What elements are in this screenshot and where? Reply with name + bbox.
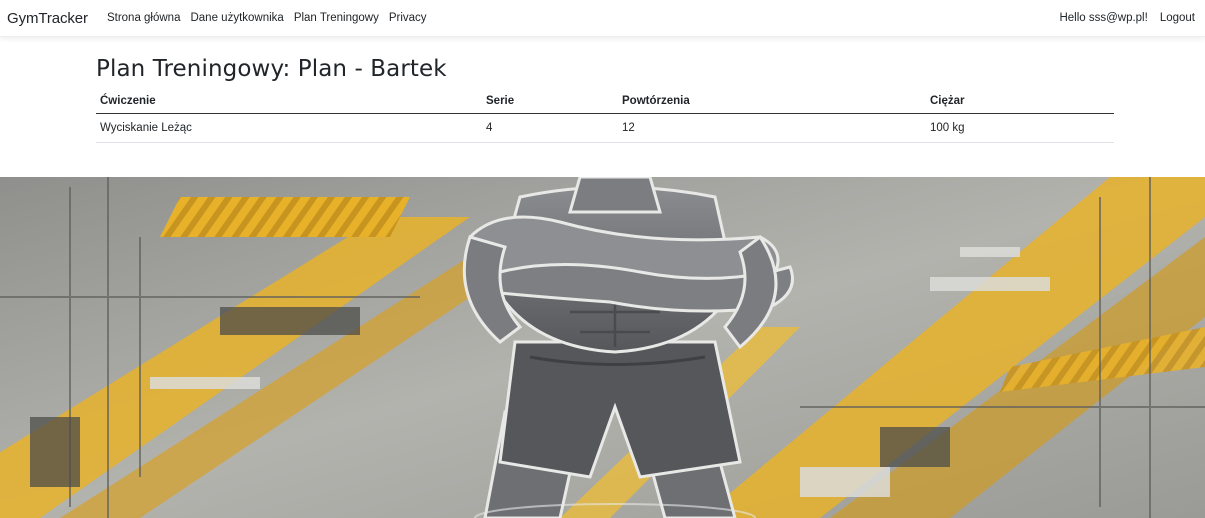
nav-link-home[interactable]: Strona główna [102,12,186,24]
column-header-exercise: Ćwiczenie [96,89,482,114]
logout-button[interactable]: Logout [1154,12,1195,24]
column-header-weight: Ciężar [926,89,1114,114]
main-content: Plan Treningowy: Plan - Bartek Ćwiczenie… [96,56,1114,143]
brand-link[interactable]: GymTracker [7,10,88,27]
nav-user-area: Hello sss@wp.pl! Logout [1053,12,1195,24]
nav-link-training-plan[interactable]: Plan Treningowy [289,12,384,24]
page-title: Plan Treningowy: Plan - Bartek [96,56,447,82]
user-greeting-link[interactable]: Hello sss@wp.pl! [1053,12,1153,24]
navbar: GymTracker Strona główna Dane użytkownik… [0,0,1205,37]
table-header-row: Ćwiczenie Serie Powtórzenia Ciężar [96,89,1114,114]
bodybuilder-illustration [0,177,1205,518]
column-header-sets: Serie [482,89,618,114]
cell-weight: 100 kg [926,113,1114,143]
nav-link-user-data[interactable]: Dane użytkownika [185,12,288,24]
cell-exercise: Wyciskanie Leżąc [96,113,482,143]
training-plan-table: Ćwiczenie Serie Powtórzenia Ciężar Wycis… [96,89,1114,143]
hero-banner-image [0,177,1205,518]
cell-reps: 12 [618,113,926,143]
nav-link-privacy[interactable]: Privacy [384,12,432,24]
table-row: Wyciskanie Leżąc 4 12 100 kg [96,113,1114,143]
column-header-reps: Powtórzenia [618,89,926,114]
cell-sets: 4 [482,113,618,143]
nav-links: Strona główna Dane użytkownika Plan Tren… [102,12,432,24]
